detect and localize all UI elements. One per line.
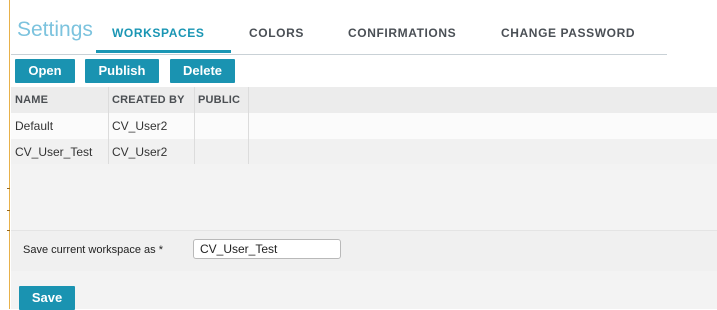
table-row[interactable]: Default CV_User2 [11, 113, 717, 140]
cell-created-by: CV_User2 [112, 145, 168, 159]
panel-edge [9, 0, 10, 309]
column-divider [248, 113, 249, 139]
cell-public [194, 113, 248, 139]
form-footer: Save [11, 271, 717, 310]
tab-workspaces[interactable]: WORKSPACES [112, 26, 204, 40]
column-divider [108, 139, 109, 164]
delete-button[interactable]: Delete [170, 59, 235, 83]
table-empty-area [11, 164, 717, 230]
column-divider [194, 113, 195, 139]
active-tab-indicator [96, 50, 231, 53]
table-row[interactable]: CV_User_Test CV_User2 [11, 139, 717, 165]
tab-colors[interactable]: COLORS [249, 26, 304, 40]
publish-button[interactable]: Publish [85, 59, 159, 83]
column-divider [108, 113, 109, 139]
cell-created-by: CV_User2 [112, 119, 168, 133]
cell-name: CV_User_Test [15, 145, 93, 159]
column-header-public[interactable]: PUBLIC [194, 87, 248, 113]
column-divider [248, 87, 249, 113]
column-header-name[interactable]: NAME [11, 87, 108, 113]
column-divider [194, 139, 195, 164]
save-workspace-label: Save current workspace as * [23, 244, 164, 256]
tab-confirmations[interactable]: CONFIRMATIONS [348, 26, 456, 40]
column-header-created-by[interactable]: CREATED BY [108, 87, 194, 113]
column-divider [248, 139, 249, 164]
tab-change-password[interactable]: CHANGE PASSWORD [501, 26, 635, 40]
save-button[interactable]: Save [19, 286, 75, 310]
cell-name: Default [15, 119, 54, 133]
settings-header: Settings WORKSPACES COLORS CONFIRMATIONS… [11, 14, 667, 55]
column-divider [108, 87, 109, 113]
table-header: NAME CREATED BY PUBLIC [11, 87, 717, 114]
save-workspace-row: Save current workspace as * [11, 230, 717, 272]
settings-panel: Settings WORKSPACES COLORS CONFIRMATIONS… [0, 0, 717, 310]
open-button[interactable]: Open [15, 59, 75, 83]
cell-public [194, 139, 248, 164]
page-title: Settings [17, 18, 93, 41]
column-divider [194, 87, 195, 113]
workspace-name-input[interactable] [193, 239, 341, 259]
